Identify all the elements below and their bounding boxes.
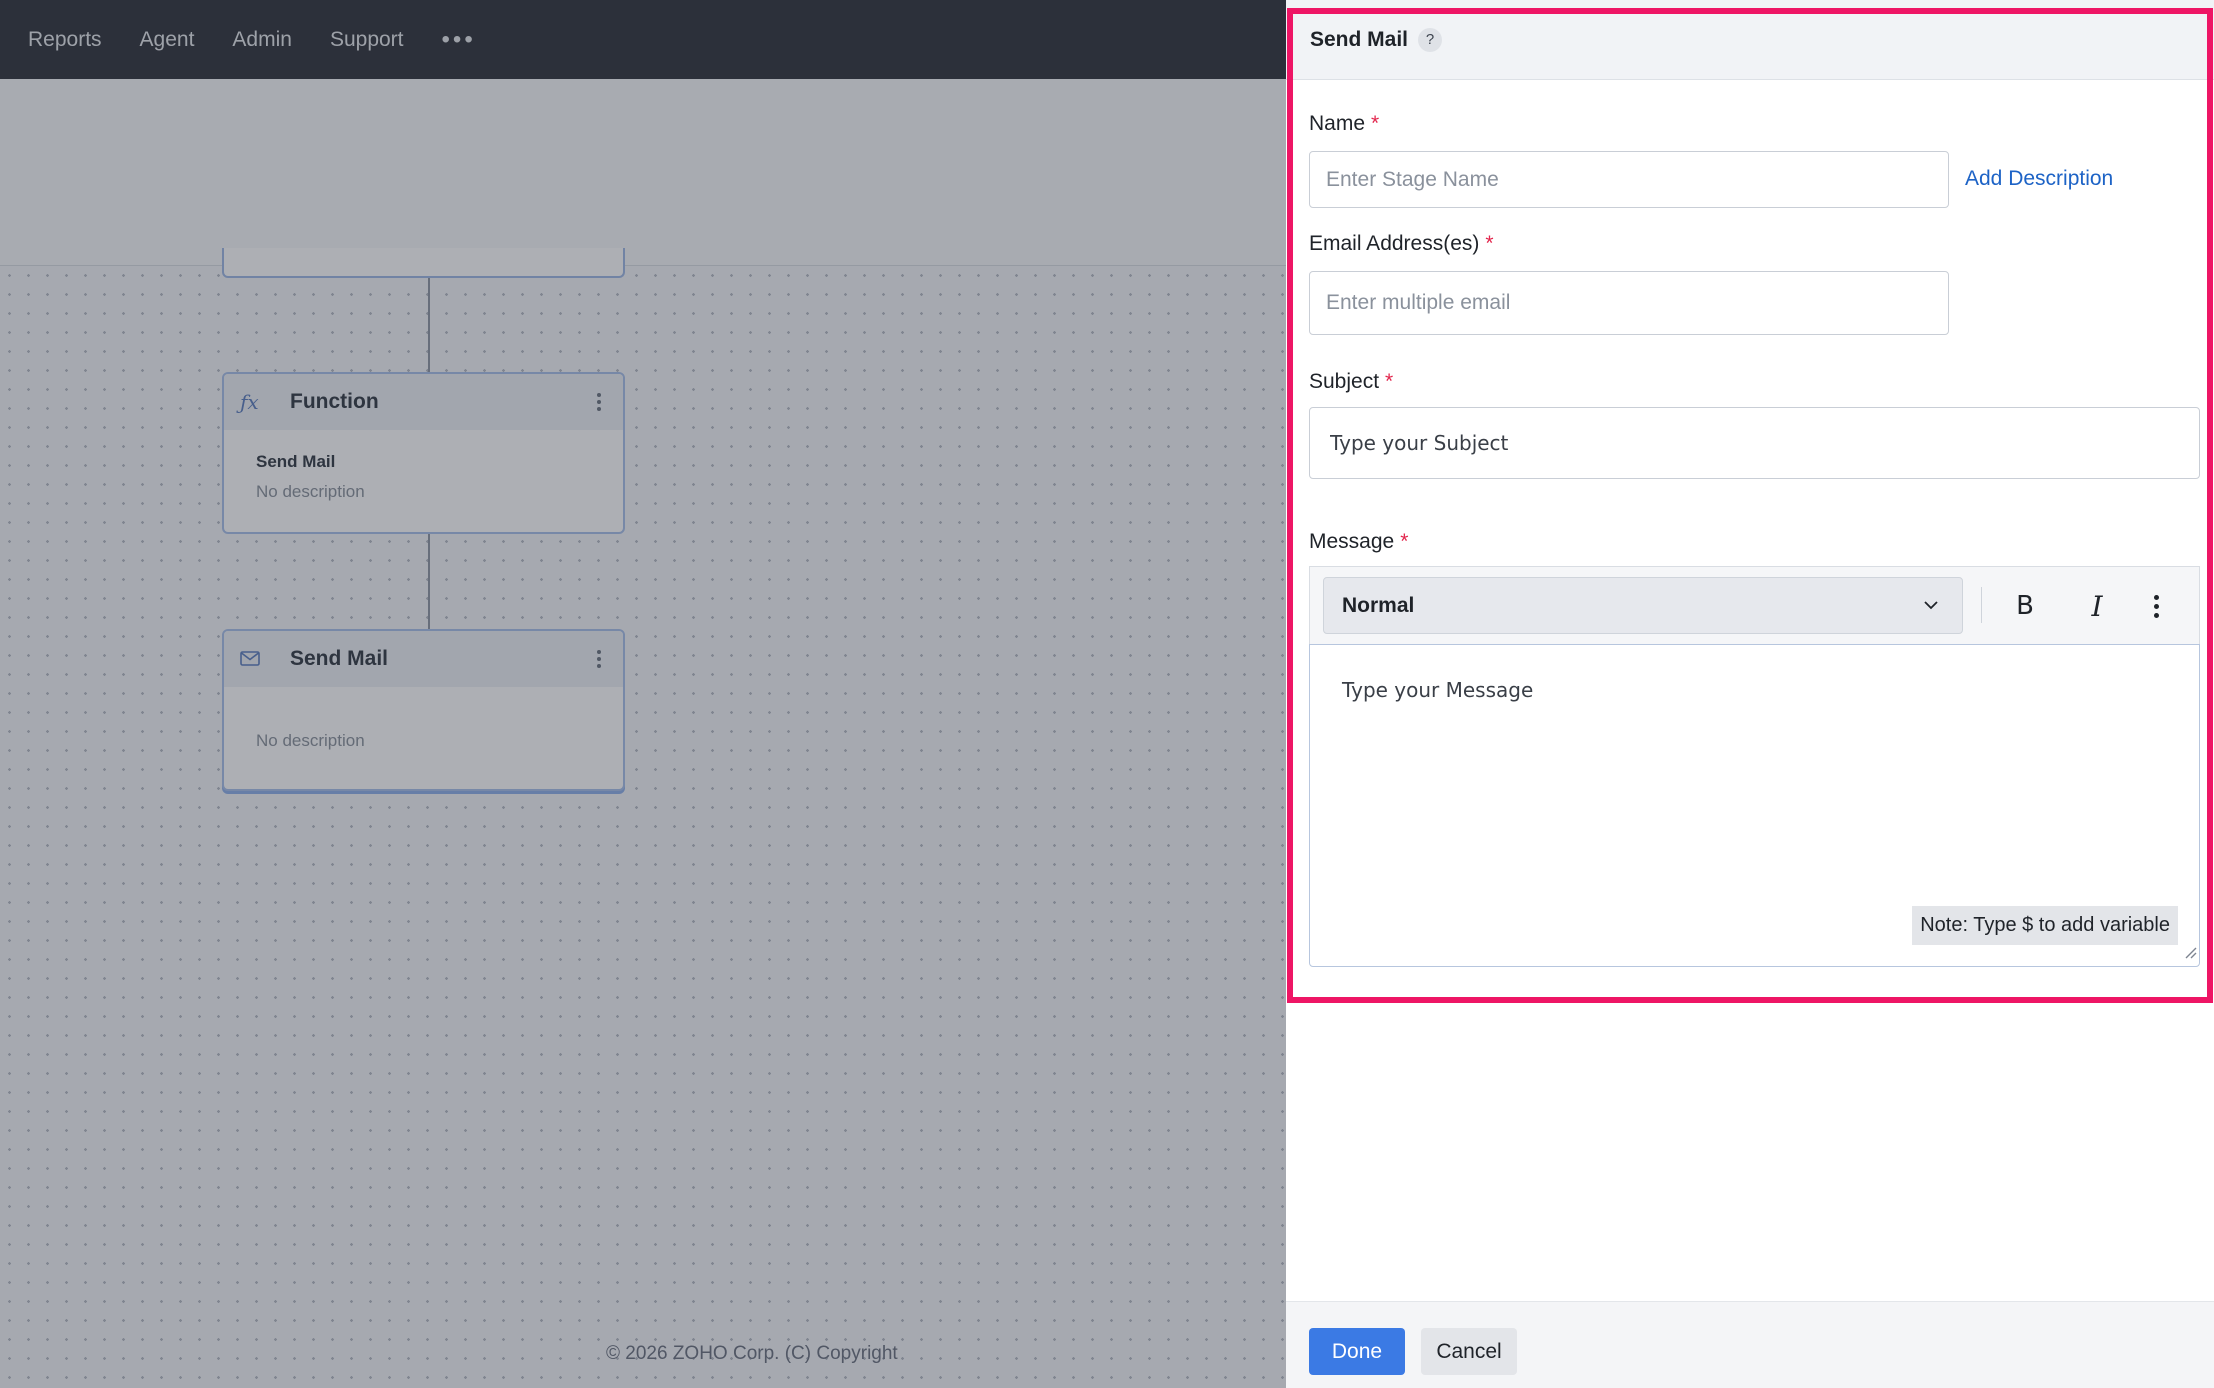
required-mark: * (1371, 112, 1380, 135)
format-value: Normal (1342, 593, 1415, 617)
message-editor[interactable]: Type your Message Note: Type $ to add va… (1309, 644, 2200, 967)
modal-overlay[interactable] (0, 0, 1286, 1388)
drawer-footer: Done Cancel (1286, 1301, 2214, 1388)
workflow-builder: Reports Agent Admin Support ••• ƒx Funct… (0, 0, 1286, 1388)
required-mark: * (1485, 232, 1494, 255)
bold-button[interactable]: B (2005, 587, 2045, 625)
done-button[interactable]: Done (1309, 1328, 1405, 1375)
send-mail-drawer: Send Mail ? Name* Add Description Email … (1286, 0, 2214, 1388)
email-label: Email Address(es) * (1309, 232, 1494, 255)
resize-handle-icon[interactable] (2183, 945, 2197, 964)
cancel-button[interactable]: Cancel (1421, 1328, 1517, 1375)
required-mark: * (1385, 370, 1394, 393)
drawer-header: Send Mail ? (1286, 0, 2214, 80)
subject-input[interactable] (1309, 407, 2200, 479)
more-options-icon[interactable] (2136, 587, 2176, 625)
email-input[interactable] (1309, 271, 1949, 335)
variable-note: Note: Type $ to add variable (1912, 906, 2178, 945)
toolbar-divider (1981, 587, 1982, 623)
editor-toolbar: Normal B I (1309, 566, 2200, 644)
italic-button[interactable]: I (2077, 587, 2117, 625)
help-icon[interactable]: ? (1418, 27, 1443, 52)
add-description-link[interactable]: Add Description (1965, 167, 2113, 191)
paragraph-format-select[interactable]: Normal (1323, 577, 1963, 634)
required-mark: * (1400, 530, 1409, 553)
chevron-down-icon (1922, 596, 1940, 619)
drawer-title: Send Mail (1310, 27, 1409, 51)
stage-name-input[interactable] (1309, 151, 1949, 208)
subject-label: Subject * (1309, 370, 1394, 393)
message-label: Message * (1309, 530, 1409, 553)
message-placeholder: Type your Message (1342, 678, 1534, 702)
name-label: Name * (1309, 112, 1380, 135)
